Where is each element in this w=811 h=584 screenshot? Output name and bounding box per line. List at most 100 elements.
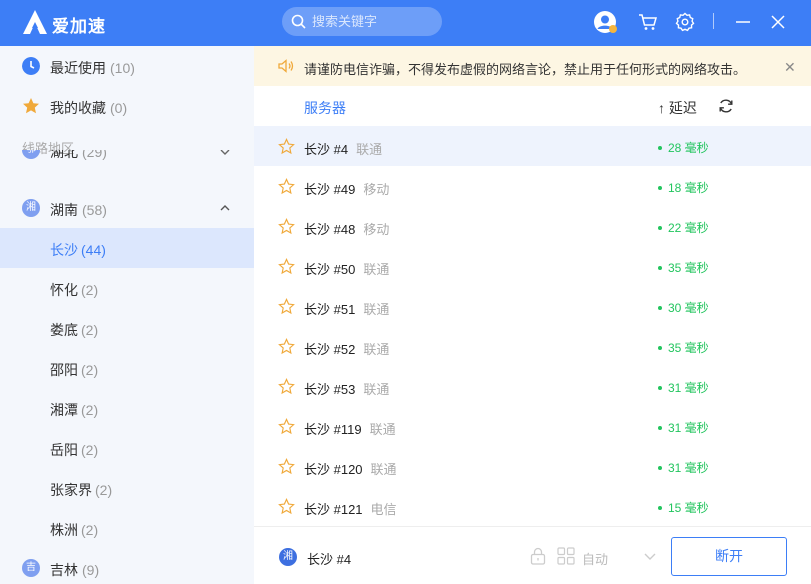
city-item[interactable]: 怀化 (2) (0, 268, 254, 308)
minimize-icon[interactable] (731, 10, 755, 34)
main-panel: 请谨防电信诈骗，不得发布虚假的网络言论，禁止用于任何形式的网络攻击。 ✕ 服务器… (254, 46, 811, 584)
city-item[interactable]: 岳阳 (2) (0, 428, 254, 468)
disconnect-button[interactable]: 断开 (671, 537, 787, 576)
chevron-down-icon (220, 150, 230, 155)
province-item-jilin[interactable]: 吉 吉林 (9) (0, 548, 254, 584)
server-latency: 31 毫秒 (668, 421, 709, 435)
star-outline-icon[interactable] (278, 298, 295, 315)
sidebar-item-count: (0) (110, 100, 128, 116)
search-box[interactable] (282, 7, 442, 36)
refresh-icon[interactable] (718, 98, 734, 114)
chevron-down-icon[interactable] (644, 553, 656, 561)
province-count: (29) (82, 150, 107, 160)
province-badge: 鄂 (22, 150, 40, 159)
sort-by-latency-button[interactable]: ↑ 延迟 (658, 98, 697, 118)
speaker-icon (278, 59, 294, 73)
city-item[interactable]: 湘潭 (2) (0, 388, 254, 428)
settings-gear-icon[interactable] (673, 10, 697, 34)
province-count: (9) (82, 562, 100, 578)
city-count: (44) (81, 242, 106, 258)
cart-icon[interactable] (636, 10, 660, 34)
mode-select[interactable]: 自动 (582, 549, 608, 568)
sidebar-item-favorites[interactable]: 我的收藏 (0) (0, 86, 254, 126)
city-item[interactable]: 娄底 (2) (0, 308, 254, 348)
server-name: 长沙 #120 (304, 462, 363, 477)
latency-dot (658, 265, 662, 270)
star-outline-icon[interactable] (278, 498, 295, 515)
server-latency: 28 毫秒 (668, 141, 709, 155)
province-item-prev[interactable]: 鄂 湖北 (29) (0, 150, 254, 172)
star-outline-icon[interactable] (278, 218, 295, 235)
sidebar-item-label: 我的收藏 (50, 100, 106, 116)
star-outline-icon[interactable] (278, 378, 295, 395)
city-count: (2) (81, 442, 99, 458)
sidebar-item-count: (10) (110, 60, 135, 76)
city-label: 长沙 (50, 242, 78, 258)
server-row[interactable]: 长沙 #50 联通 35 毫秒 (254, 246, 811, 286)
server-name: 长沙 #121 (304, 502, 363, 517)
latency-dot (658, 305, 662, 310)
connection-footer: 湘 长沙 #4 自动 断开 (254, 526, 811, 584)
server-row[interactable]: 长沙 #49 移动 18 毫秒 (254, 166, 811, 206)
search-icon (291, 14, 306, 29)
city-label: 岳阳 (50, 442, 78, 458)
lock-icon[interactable] (530, 547, 546, 565)
server-latency: 35 毫秒 (668, 261, 709, 275)
server-row[interactable]: 长沙 #119 联通 31 毫秒 (254, 406, 811, 446)
current-region-badge: 湘 (279, 548, 297, 566)
server-isp: 联通 (363, 262, 390, 277)
latency-dot (658, 345, 662, 350)
star-outline-icon[interactable] (278, 258, 295, 275)
city-item[interactable]: 邵阳 (2) (0, 348, 254, 388)
close-icon[interactable] (766, 10, 790, 34)
latency-dot (658, 225, 662, 230)
city-count: (2) (81, 322, 99, 338)
server-name: 长沙 #53 (304, 382, 356, 397)
server-isp: 联通 (363, 302, 390, 317)
province-badge: 吉 (22, 559, 40, 577)
server-latency: 35 毫秒 (668, 341, 709, 355)
user-avatar-icon[interactable] (593, 10, 617, 34)
server-latency: 22 毫秒 (668, 221, 709, 235)
sidebar-item-label: 最近使用 (50, 60, 106, 76)
server-row[interactable]: 长沙 #4 联通 28 毫秒 (254, 126, 811, 166)
server-latency: 31 毫秒 (668, 461, 709, 475)
city-item[interactable]: 株洲 (2) (0, 508, 254, 548)
city-item[interactable]: 长沙 (44) (0, 228, 254, 268)
server-isp: 联通 (356, 142, 383, 157)
province-label: 吉林 (50, 562, 78, 578)
notice-close-icon[interactable]: ✕ (784, 59, 796, 76)
city-item[interactable]: 张家界 (2) (0, 468, 254, 508)
star-outline-icon[interactable] (278, 138, 295, 155)
server-name: 长沙 #50 (304, 262, 356, 277)
server-row[interactable]: 长沙 #51 联通 30 毫秒 (254, 286, 811, 326)
city-label: 张家界 (50, 482, 92, 498)
server-row[interactable]: 长沙 #53 联通 31 毫秒 (254, 366, 811, 406)
server-row[interactable]: 长沙 #121 电信 15 毫秒 (254, 486, 811, 526)
star-outline-icon[interactable] (278, 338, 295, 355)
server-name: 长沙 #48 (304, 222, 356, 237)
search-input[interactable] (312, 12, 432, 31)
server-isp: 联通 (363, 382, 390, 397)
server-latency: 15 毫秒 (668, 501, 709, 515)
star-outline-icon[interactable] (278, 178, 295, 195)
server-latency: 18 毫秒 (668, 181, 709, 195)
server-row[interactable]: 长沙 #120 联通 31 毫秒 (254, 446, 811, 486)
clock-icon (22, 57, 40, 75)
server-isp: 联通 (370, 462, 397, 477)
star-outline-icon[interactable] (278, 458, 295, 475)
server-row[interactable]: 长沙 #48 移动 22 毫秒 (254, 206, 811, 246)
title-bar: 爱加速 (0, 0, 811, 46)
star-outline-icon[interactable] (278, 418, 295, 435)
latency-dot (658, 465, 662, 470)
city-count: (2) (81, 362, 99, 378)
city-count: (2) (81, 522, 99, 538)
province-item-hunan[interactable]: 湘 湖南 (58) (0, 188, 254, 228)
sidebar-item-recent[interactable]: 最近使用 (10) (0, 46, 254, 86)
server-latency: 31 毫秒 (668, 381, 709, 395)
server-latency: 30 毫秒 (668, 301, 709, 315)
province-badge: 湘 (22, 199, 40, 217)
server-name: 长沙 #4 (304, 142, 349, 157)
server-row[interactable]: 长沙 #52 联通 35 毫秒 (254, 326, 811, 366)
latency-dot (658, 385, 662, 390)
